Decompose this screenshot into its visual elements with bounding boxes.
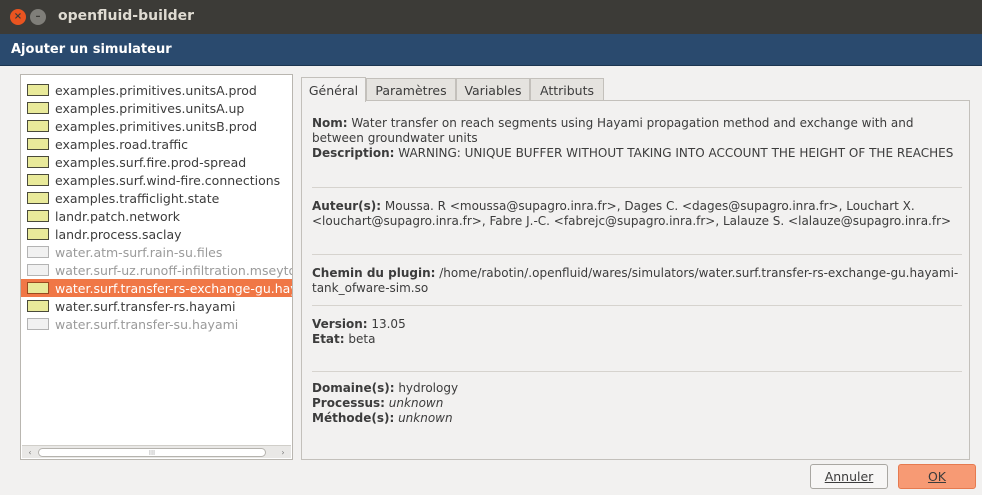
list-item-label: examples.primitives.unitsA.prod (55, 82, 257, 98)
list-item[interactable]: water.atm-surf.rain-su.files (21, 243, 292, 261)
list-item[interactable]: examples.trafficlight.state (21, 189, 292, 207)
version-state-section: Version: 13.05 Etat: beta (312, 317, 962, 347)
simulator-icon (27, 156, 49, 168)
list-item-label: examples.primitives.unitsA.up (55, 100, 245, 116)
scrollbar-thumb[interactable]: III (38, 448, 266, 457)
list-item-label: examples.surf.fire.prod-spread (55, 154, 247, 170)
list-item-label: water.atm-surf.rain-su.files (55, 244, 223, 260)
list-item[interactable]: landr.patch.network (21, 207, 292, 225)
list-item[interactable]: examples.surf.fire.prod-spread (21, 153, 292, 171)
close-icon[interactable]: × (10, 9, 26, 25)
simulator-icon (27, 264, 49, 276)
simulator-method: Méthode(s): unknown (312, 411, 453, 425)
list-item-label: examples.surf.wind-fire.connections (55, 172, 281, 188)
simulator-state: Etat: beta (312, 332, 376, 346)
list-item-label: landr.patch.network (55, 208, 180, 224)
simulator-description: Description: WARNING: UNIQUE BUFFER WITH… (312, 146, 954, 160)
simulator-icon (27, 84, 49, 96)
simulator-version: Version: 13.05 (312, 317, 406, 331)
plugin-path: Chemin du plugin: /home/rabotin/.openflu… (312, 266, 959, 295)
cancel-button-label: Annuler (824, 469, 874, 484)
ok-button[interactable]: OK (898, 464, 976, 489)
tab-variables[interactable]: Variables (456, 78, 530, 101)
list-item[interactable]: examples.primitives.unitsB.prod (21, 117, 292, 135)
simulator-icon (27, 282, 49, 294)
scroll-left-icon[interactable]: ‹ (24, 447, 36, 457)
cancel-button[interactable]: Annuler (810, 464, 888, 489)
divider (312, 305, 962, 306)
simulator-icon (27, 102, 49, 114)
simulator-icon (27, 246, 49, 258)
dialog-title: Ajouter un simulateur (11, 42, 172, 57)
minimize-icon[interactable]: – (30, 9, 46, 25)
list-item-label: water.surf.transfer-rs.hayami (55, 298, 236, 314)
horizontal-scrollbar[interactable]: ‹ III › (22, 445, 291, 458)
list-item-label: water.surf.transfer-rs-exchange-gu.hayam… (55, 280, 292, 296)
window-titlebar: × – openfluid-builder (0, 0, 982, 34)
list-item-label: water.surf-uz.runoff-infiltration.mseyto… (55, 262, 292, 278)
tab-attributes[interactable]: Attributs (530, 78, 604, 101)
divider (312, 187, 962, 188)
list-item[interactable]: examples.primitives.unitsA.prod (21, 81, 292, 99)
scroll-right-icon[interactable]: › (277, 447, 289, 457)
simulator-icon (27, 318, 49, 330)
list-item-selected[interactable]: water.surf.transfer-rs-exchange-gu.hayam… (21, 279, 292, 297)
tab-parameters[interactable]: Paramètres (366, 78, 456, 101)
window-title: openfluid-builder (58, 8, 195, 24)
simulator-info-panel: Nom: Water transfer on reach segments us… (301, 100, 970, 460)
simulator-authors: Auteur(s): Moussa. R <moussa@supagro.inr… (312, 199, 952, 228)
list-item[interactable]: examples.primitives.unitsA.up (21, 99, 292, 117)
list-item-label: landr.process.saclay (55, 226, 182, 242)
list-item-label: examples.trafficlight.state (55, 190, 220, 206)
simulator-icon (27, 300, 49, 312)
simulator-icon (27, 192, 49, 204)
list-item-label: examples.road.traffic (55, 136, 189, 152)
simulator-domain: Domaine(s): hydrology (312, 381, 459, 395)
simulator-name: Nom: Water transfer on reach segments us… (312, 116, 914, 145)
simulator-icon (27, 120, 49, 132)
list-item[interactable]: water.surf.transfer-su.hayami (21, 315, 292, 333)
simulator-list[interactable]: examples.primitives.unitsA.prod examples… (20, 74, 293, 460)
tab-general[interactable]: Général (301, 77, 366, 102)
simulator-icon (27, 210, 49, 222)
simulator-process: Processus: unknown (312, 396, 444, 410)
dialog-header: Ajouter un simulateur (0, 34, 982, 66)
list-item-label: examples.primitives.unitsB.prod (55, 118, 258, 134)
divider (312, 254, 962, 255)
list-item[interactable]: examples.surf.wind-fire.connections (21, 171, 292, 189)
simulator-icon (27, 174, 49, 186)
name-description-section: Nom: Water transfer on reach segments us… (312, 116, 962, 161)
simulator-icon (27, 228, 49, 240)
list-item[interactable]: water.surf-uz.runoff-infiltration.mseyto… (21, 261, 292, 279)
list-item[interactable]: landr.process.saclay (21, 225, 292, 243)
list-item[interactable]: examples.road.traffic (21, 135, 292, 153)
ok-button-label: OK (927, 469, 947, 484)
divider (312, 371, 962, 372)
domain-section: Domaine(s): hydrology Processus: unknown… (312, 381, 962, 426)
list-item[interactable]: water.surf.transfer-rs.hayami (21, 297, 292, 315)
list-item-label: water.surf.transfer-su.hayami (55, 316, 239, 332)
simulator-icon (27, 138, 49, 150)
